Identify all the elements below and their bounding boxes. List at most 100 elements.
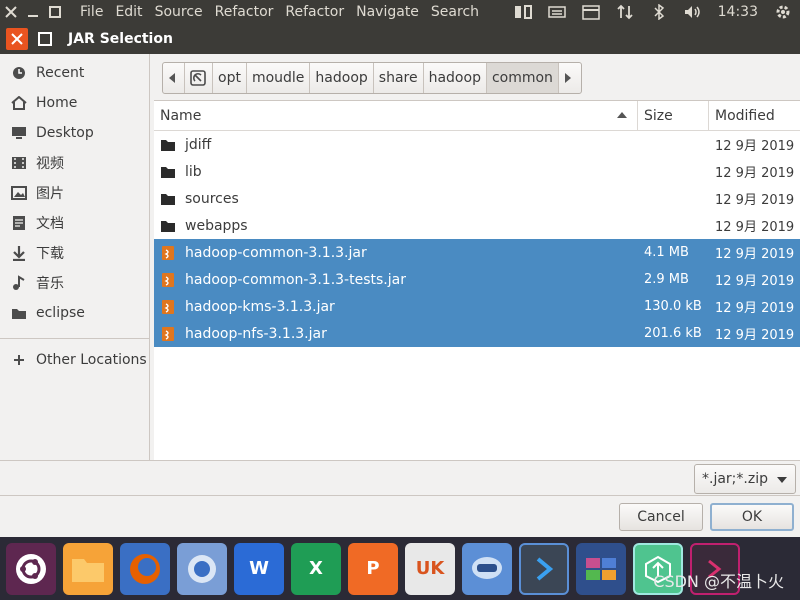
java-archive-icon [160, 299, 176, 315]
file-modified: 12 9月 2019 [715, 247, 795, 262]
cancel-button[interactable]: Cancel [619, 503, 703, 531]
file-name: hadoop-common-3.1.3.jar [185, 244, 367, 261]
column-header-size[interactable]: Size [638, 101, 709, 130]
sidebar-item-downloads[interactable]: 下载 [0, 238, 149, 268]
sidebar-item-label: Home [36, 95, 78, 111]
file-modified: 12 9月 2019 [715, 193, 795, 208]
watermark-text: CSDN @不温卜火 [653, 572, 784, 591]
wps-spreadsheet-icon[interactable]: X [291, 542, 341, 595]
menu-navigate[interactable]: Navigate [350, 0, 425, 24]
vscode-icon[interactable] [519, 542, 569, 595]
folder-icon [160, 191, 176, 207]
sidebar-item-music[interactable]: 音乐 [0, 268, 149, 298]
file-modified: 12 9月 2019 [715, 139, 795, 154]
sidebar-item-label: 视频 [36, 156, 64, 172]
sidebar-item-home[interactable]: Home [0, 88, 149, 118]
maximize-window-icon[interactable] [44, 0, 66, 24]
path-segment-hadoop-2[interactable]: hadoop [424, 63, 487, 93]
network-arrows-icon[interactable] [608, 0, 642, 24]
file-modified: 12 9月 2019 [715, 166, 795, 181]
clock[interactable]: 14:33 [710, 0, 766, 24]
sidebar-divider [0, 338, 149, 339]
menu-refactor-2[interactable]: Refactor [279, 0, 350, 24]
network-toggle-icon[interactable] [506, 0, 540, 24]
column-header-label: Name [160, 107, 202, 124]
path-segment-moudle[interactable]: moudle [247, 63, 311, 93]
close-window-icon[interactable] [0, 0, 22, 24]
sidebar-item-other-locations[interactable]: Other Locations [0, 345, 149, 375]
table-row[interactable]: hadoop-nfs-3.1.3.jar 201.6 kB 12 9月 2019 [154, 320, 800, 347]
folder-icon [10, 304, 28, 322]
sidebar-item-label: 音乐 [36, 276, 64, 292]
ubuntu-logo-icon[interactable] [6, 542, 56, 595]
file-list: Name Size Modified jdiff 12 9月 2019 lib … [154, 100, 800, 460]
image-icon [10, 184, 28, 202]
chevron-left-icon [169, 73, 175, 83]
dialog-maximize-button[interactable] [34, 28, 56, 50]
menu-source[interactable]: Source [149, 0, 209, 24]
sidebar-item-label: 文档 [36, 216, 64, 232]
sidebar-item-eclipse[interactable]: eclipse [0, 298, 149, 328]
ok-button[interactable]: OK [710, 503, 794, 531]
volume-icon[interactable] [676, 0, 710, 24]
table-row[interactable]: hadoop-kms-3.1.3.jar 130.0 kB 12 9月 2019 [154, 293, 800, 320]
remote-desktop-icon[interactable] [462, 542, 512, 595]
sidebar-item-recent[interactable]: Recent [0, 58, 149, 88]
file-size: 2.9 MB [644, 272, 689, 287]
table-row[interactable]: hadoop-common-3.1.3-tests.jar 2.9 MB 12 … [154, 266, 800, 293]
path-segment-hadoop[interactable]: hadoop [310, 63, 374, 93]
minimize-window-icon[interactable] [22, 0, 44, 24]
menu-refactor[interactable]: Refactor [209, 0, 280, 24]
sidebar-item-pictures[interactable]: 图片 [0, 178, 149, 208]
table-row[interactable]: hadoop-common-3.1.3.jar 4.1 MB 12 9月 201… [154, 239, 800, 266]
file-name: webapps [185, 217, 248, 234]
dialog-titlebar: JAR Selection [0, 24, 800, 54]
wps-writer-icon[interactable]: W [234, 542, 284, 595]
java-archive-icon [160, 245, 176, 261]
table-row[interactable]: sources 12 9月 2019 [154, 185, 800, 212]
bluetooth-icon[interactable] [642, 0, 676, 24]
sidebar-item-label: 图片 [36, 186, 64, 202]
file-type-filter-dropdown[interactable]: *.jar;*.zip [694, 464, 796, 494]
file-name: hadoop-kms-3.1.3.jar [185, 298, 335, 315]
menu-edit[interactable]: Edit [109, 0, 148, 24]
column-header-modified[interactable]: Modified [709, 101, 800, 130]
software-center-icon[interactable]: UK [405, 542, 455, 595]
file-size: 130.0 kB [644, 299, 702, 314]
video-icon [10, 154, 28, 172]
file-size: 201.6 kB [644, 326, 702, 341]
path-segment-share[interactable]: share [374, 63, 424, 93]
path-scroll-right-button[interactable] [559, 63, 581, 93]
file-modified: 12 9月 2019 [715, 220, 795, 235]
files-folder-icon[interactable] [63, 542, 113, 595]
sidebar-item-video[interactable]: 视频 [0, 148, 149, 178]
table-row[interactable]: lib 12 9月 2019 [154, 158, 800, 185]
path-bar: opt moudle hadoop share hadoop common [162, 62, 582, 94]
path-segment-opt[interactable]: opt [213, 63, 247, 93]
dialog-close-button[interactable] [6, 28, 28, 50]
sidebar-item-label: Recent [36, 65, 85, 81]
path-scroll-left-button[interactable] [163, 63, 185, 93]
calendar-icon[interactable] [574, 0, 608, 24]
table-row[interactable]: jdiff 12 9月 2019 [154, 131, 800, 158]
path-segment-common[interactable]: common [486, 63, 559, 93]
settings-gear-icon[interactable] [766, 0, 800, 24]
keyboard-icon[interactable] [540, 0, 574, 24]
browser-icon[interactable] [177, 542, 227, 595]
file-modified: 12 9月 2019 [715, 301, 795, 316]
sidebar-item-documents[interactable]: 文档 [0, 208, 149, 238]
column-header-name[interactable]: Name [154, 101, 638, 130]
workspace-switcher-icon[interactable] [576, 542, 626, 595]
firefox-icon[interactable] [120, 542, 170, 595]
sidebar-item-label: 下载 [36, 246, 64, 262]
sidebar-item-desktop[interactable]: Desktop [0, 118, 149, 148]
menu-search[interactable]: Search [425, 0, 485, 24]
desktop-icon [10, 124, 28, 142]
sort-ascending-icon [617, 112, 627, 118]
wps-presentation-icon[interactable]: P [348, 542, 398, 595]
menu-file[interactable]: File [74, 0, 109, 24]
path-root-button[interactable] [185, 63, 213, 93]
table-row[interactable]: webapps 12 9月 2019 [154, 212, 800, 239]
file-modified: 12 9月 2019 [715, 328, 795, 343]
sidebar-item-label: Other Locations [36, 352, 147, 368]
